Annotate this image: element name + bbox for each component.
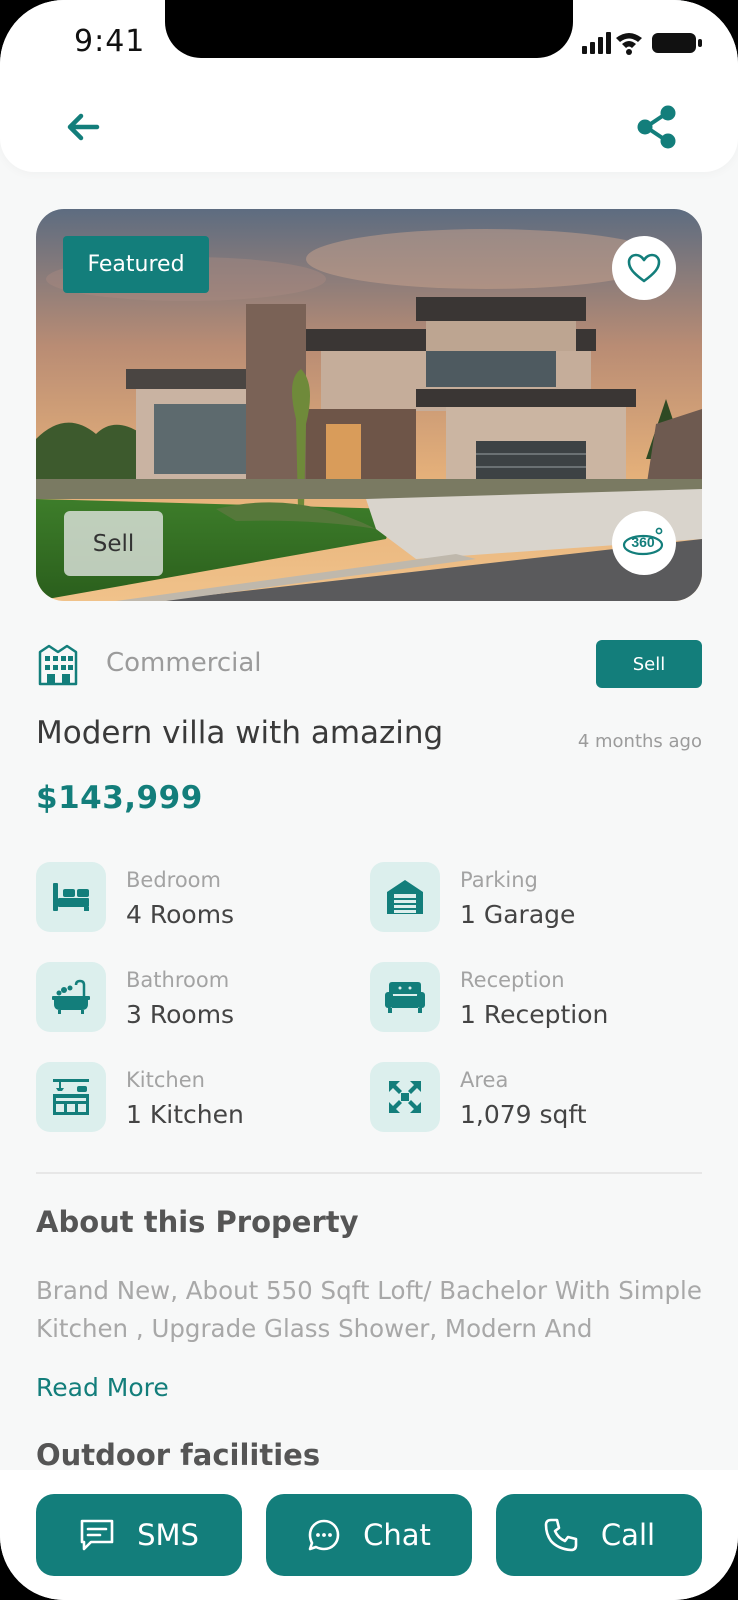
feature-value: 1 Garage — [460, 900, 576, 929]
device-notch — [165, 0, 573, 58]
svg-text:360: 360 — [631, 534, 655, 550]
feature-reception: Reception 1 Reception — [370, 962, 690, 1034]
360-view-icon: 360 — [622, 527, 664, 556]
back-button[interactable] — [58, 102, 108, 152]
property-price: $143,999 — [36, 780, 203, 816]
property-photo: Featured Sell 360 — [36, 209, 702, 601]
arrow-left-icon — [67, 113, 100, 141]
feature-value: 1 Kitchen — [126, 1100, 244, 1129]
view-360-button[interactable]: 360 — [612, 511, 676, 575]
building-icon — [38, 644, 78, 686]
feature-value: 4 Rooms — [126, 900, 235, 929]
feature-bathroom: Bathroom 3 Rooms — [36, 962, 356, 1034]
share-icon — [637, 105, 676, 149]
chat-bubble-icon — [308, 1519, 340, 1551]
signal-wifi-battery-icon — [582, 32, 702, 55]
feature-parking: Parking 1 Garage — [370, 862, 690, 934]
posted-time: 4 months ago — [577, 731, 702, 752]
read-more-link[interactable]: Read More — [36, 1373, 169, 1402]
feature-label: Bedroom — [126, 868, 221, 892]
chat-button[interactable]: Chat — [266, 1494, 472, 1576]
call-button[interactable]: Call — [496, 1494, 702, 1576]
favorite-button[interactable] — [612, 236, 676, 300]
property-title: Modern villa with amazing — [36, 715, 444, 751]
outdoor-heading: Outdoor facilities — [36, 1438, 321, 1472]
section-divider — [36, 1172, 702, 1174]
listing-type-badge: Sell — [596, 640, 702, 688]
bed-icon — [36, 862, 106, 932]
sell-overlay-label: Sell — [64, 511, 163, 576]
bathtub-icon — [36, 962, 106, 1032]
status-time: 9:41 — [74, 24, 146, 59]
sofa-icon — [370, 962, 440, 1032]
about-text: Brand New, About 550 Sqft Loft/ Bachelor… — [36, 1276, 702, 1343]
feature-label: Area — [460, 1068, 509, 1092]
feature-value: 1,079 sqft — [460, 1100, 587, 1129]
expand-icon — [370, 1062, 440, 1132]
feature-value: 3 Rooms — [126, 1000, 235, 1029]
feature-label: Kitchen — [126, 1068, 205, 1092]
feature-kitchen: Kitchen 1 Kitchen — [36, 1062, 356, 1134]
feature-label: Parking — [460, 868, 538, 892]
top-header: 9:41 — [0, 0, 738, 172]
feature-label: Reception — [460, 968, 565, 992]
phone-screen: 9:41 Featured Sell 360 Commercial Sell M… — [0, 0, 738, 1600]
heart-icon — [627, 253, 661, 283]
property-type-row: Commercial Sell — [36, 640, 702, 692]
about-heading: About this Property — [36, 1205, 359, 1239]
property-type-label: Commercial — [106, 648, 262, 678]
status-icons — [582, 28, 712, 58]
feature-label: Bathroom — [126, 968, 230, 992]
phone-icon — [544, 1518, 578, 1552]
feature-value: 1 Reception — [460, 1000, 609, 1029]
share-button[interactable] — [630, 100, 684, 154]
chat-label: Chat — [363, 1518, 431, 1552]
garage-icon — [370, 862, 440, 932]
kitchen-icon — [36, 1062, 106, 1132]
sms-button[interactable]: SMS — [36, 1494, 242, 1576]
action-bar: SMS Chat Call — [0, 1470, 738, 1600]
feature-bedroom: Bedroom 4 Rooms — [36, 862, 356, 934]
message-icon — [80, 1519, 114, 1551]
call-label: Call — [600, 1518, 656, 1552]
feature-area: Area 1,079 sqft — [370, 1062, 690, 1134]
featured-badge: Featured — [63, 236, 209, 293]
sms-label: SMS — [137, 1518, 199, 1552]
